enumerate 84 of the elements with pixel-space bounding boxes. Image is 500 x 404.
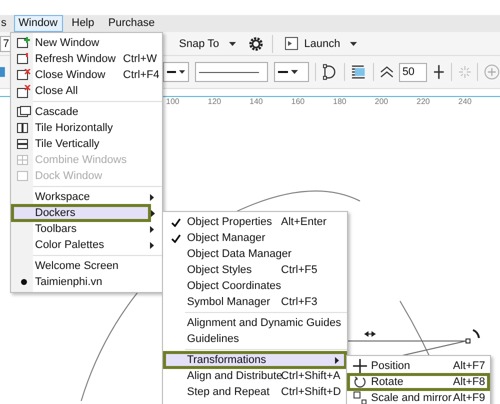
caret-icon	[178, 70, 186, 74]
menu-item[interactable]: Object Coordinates	[164, 278, 346, 294]
menu-item[interactable]: Tile Horizontally	[12, 120, 161, 136]
ruler-number: 180	[333, 97, 348, 108]
shortcut-text: Alt+F8	[453, 376, 486, 388]
submenu-arrow-icon	[150, 226, 154, 232]
list-icon[interactable]	[350, 64, 367, 80]
shortcut-text: Ctrl+F5	[281, 264, 318, 276]
submenu-arrow-icon	[150, 194, 154, 200]
menu-item[interactable]: Cascade	[12, 104, 161, 120]
close-window-icon	[17, 68, 31, 82]
dock-window-icon	[17, 170, 31, 182]
handle-square[interactable]	[466, 338, 470, 344]
line-start-dropdown[interactable]	[163, 62, 190, 82]
menu-item[interactable]: Close Window Ctrl+F4	[12, 67, 161, 83]
ruler-number: 160	[291, 97, 306, 108]
ruler-number: 220	[416, 97, 431, 108]
menu-item[interactable]: Toolbars	[12, 221, 161, 237]
menu-bar-item[interactable]: Help	[66, 15, 100, 32]
shortcut-text: Alt+F9	[453, 392, 486, 404]
shortcut-text: Ctrl+Shift+D	[281, 386, 341, 398]
menu-item[interactable]: Close All	[12, 83, 161, 99]
menu-item[interactable]: Object Properties Alt+Enter	[164, 214, 346, 230]
menu-item[interactable]: New Window	[12, 35, 161, 51]
submenu-arrow-icon	[150, 242, 154, 248]
menu-item[interactable]: Tile Vertically	[12, 136, 161, 152]
plus-icon[interactable]	[432, 64, 445, 80]
new-window-icon	[17, 36, 31, 50]
line-style-dropdown[interactable]	[195, 62, 268, 82]
menu-item[interactable]: Welcome Screen	[12, 258, 161, 274]
tool-icon[interactable]	[0, 65, 6, 79]
menu-bar-item[interactable]: Purchase	[103, 15, 160, 32]
menu-item[interactable]: Guidelines	[164, 331, 346, 347]
menu-item[interactable]: Symbol Manager Ctrl+F3	[164, 294, 346, 310]
ruler-number: 100	[166, 97, 180, 108]
caret-icon	[350, 42, 358, 46]
combine-windows-icon	[17, 154, 31, 166]
line-end-dropdown[interactable]	[274, 62, 310, 82]
menu-item[interactable]: Transformations	[164, 352, 346, 368]
menu-bar-item[interactable]: s	[0, 15, 12, 32]
submenu-arrow-icon	[151, 210, 155, 216]
menu-item[interactable]: Taimienphi.vn	[12, 274, 161, 290]
shortcut-text: Alt+F7	[453, 360, 486, 372]
launch-icon	[285, 37, 298, 50]
ruler-number: 120	[208, 97, 222, 108]
menu-item[interactable]: Alignment and Dynamic Guides	[164, 315, 346, 331]
cascade-icon	[17, 106, 31, 118]
snap-to-button[interactable]: Snap To	[175, 36, 240, 52]
shortcut-text: Ctrl+W	[123, 53, 157, 65]
caret-icon	[229, 42, 236, 46]
ruler-number: 200	[374, 97, 390, 108]
menu-item[interactable]: Rotate Alt+F8	[348, 374, 489, 390]
scale-icon	[353, 391, 367, 404]
shortcut-text: Ctrl+F4	[123, 69, 160, 81]
shortcut-text: Ctrl+Shift+A	[281, 370, 340, 382]
settings-icon[interactable]	[248, 36, 264, 52]
shortcut-text: Alt+Enter	[281, 216, 327, 228]
tile-horizontal-icon	[17, 122, 31, 134]
chevron-up-icon[interactable]	[380, 65, 394, 79]
menu-item[interactable]: Refresh Window Ctrl+W	[12, 51, 161, 67]
menu-bar-item[interactable]: Window	[14, 15, 63, 32]
ruler-number: 240	[458, 97, 473, 108]
ruler-number: 140	[250, 97, 264, 108]
tile-vertical-icon	[17, 138, 31, 150]
refresh-window-icon	[17, 52, 31, 66]
rotate-icon	[353, 375, 367, 389]
menu-item[interactable]: Step and Repeat Ctrl+Shift+D	[164, 384, 346, 400]
node-shape-icon[interactable]	[322, 64, 338, 80]
number-field[interactable]: 50	[399, 62, 427, 82]
submenu-arrow-icon	[335, 356, 339, 364]
menu-item[interactable]: Align and DistributeCtrl+Shift+A	[164, 368, 346, 384]
menu-item[interactable]: Object Styles Ctrl+F5	[164, 262, 346, 278]
caret-icon	[290, 70, 298, 74]
shortcut-text: Ctrl+F3	[281, 296, 318, 308]
menu-item[interactable]: Object Data Manager	[164, 246, 346, 262]
close-all-icon	[17, 84, 31, 98]
launch-button[interactable]: Launch	[281, 35, 362, 52]
double-arrow-icon	[364, 331, 376, 336]
plus-icon	[353, 359, 367, 373]
menu-item[interactable]: Object Manager	[164, 230, 346, 246]
menu-item[interactable]: Position Alt+F7	[348, 358, 489, 374]
menu-item[interactable]: Color Palettes	[12, 237, 161, 253]
menu-item[interactable]: Workspace	[12, 189, 161, 205]
menu-item[interactable]: Scale and mirrorAlt+F9	[348, 390, 489, 404]
